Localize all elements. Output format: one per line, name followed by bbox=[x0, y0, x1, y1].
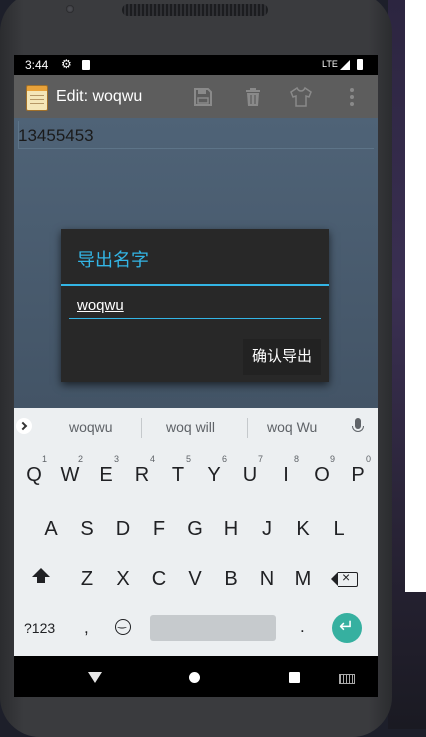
key-hint-8: 8 bbox=[294, 454, 300, 464]
delete-icon[interactable] bbox=[241, 85, 265, 109]
save-icon[interactable] bbox=[191, 85, 215, 109]
key-z[interactable]: Z bbox=[69, 568, 105, 591]
key-u[interactable]: U bbox=[232, 464, 268, 487]
status-bar: 3:44 ⚙ LTE bbox=[14, 55, 378, 75]
recents-icon[interactable] bbox=[289, 672, 300, 683]
key-y[interactable]: Y bbox=[196, 464, 232, 487]
speaker-grille bbox=[122, 4, 268, 16]
key-c[interactable]: C bbox=[141, 568, 177, 591]
comma-key[interactable]: , bbox=[84, 618, 89, 638]
suggestion-divider bbox=[247, 418, 248, 438]
key-m[interactable]: M bbox=[285, 568, 321, 591]
key-t[interactable]: T bbox=[160, 464, 196, 487]
key-b[interactable]: B bbox=[213, 568, 249, 591]
key-l[interactable]: L bbox=[321, 518, 357, 541]
back-icon[interactable] bbox=[88, 672, 102, 683]
key-hint-5: 5 bbox=[186, 454, 192, 464]
sd-card-icon bbox=[82, 60, 90, 70]
dialog-divider bbox=[61, 284, 329, 286]
key-hint-2: 2 bbox=[78, 454, 84, 464]
key-r[interactable]: R bbox=[124, 464, 160, 487]
key-s[interactable]: S bbox=[69, 518, 105, 541]
key-f[interactable]: F bbox=[141, 518, 177, 541]
page-title: Edit: woqwu bbox=[56, 88, 143, 105]
backspace-icon[interactable] bbox=[331, 569, 358, 587]
suggestion-3[interactable]: woq Wu bbox=[267, 419, 317, 435]
camera-icon bbox=[66, 5, 74, 13]
editor-text[interactable]: 13455453 bbox=[18, 126, 94, 146]
suggestion-divider bbox=[141, 418, 142, 438]
editor-area: 13455453 导出名字 woqwu 确认导出 bbox=[14, 118, 378, 408]
export-name-input[interactable]: woqwu bbox=[69, 296, 321, 319]
key-x[interactable]: X bbox=[105, 568, 141, 591]
key-n[interactable]: N bbox=[249, 568, 285, 591]
signal-icon bbox=[340, 60, 350, 70]
app-bar: Edit: woqwu bbox=[14, 75, 378, 118]
background-window bbox=[405, 0, 426, 592]
shirt-icon[interactable] bbox=[289, 85, 313, 109]
home-icon[interactable] bbox=[189, 672, 200, 683]
export-dialog: 导出名字 woqwu 确认导出 bbox=[61, 229, 329, 382]
key-j[interactable]: J bbox=[249, 518, 285, 541]
key-v[interactable]: V bbox=[177, 568, 213, 591]
key-h[interactable]: H bbox=[213, 518, 249, 541]
dialog-title: 导出名字 bbox=[77, 250, 149, 270]
suggestion-1[interactable]: woqwu bbox=[69, 419, 113, 435]
battery-icon bbox=[357, 59, 363, 70]
key-q[interactable]: Q bbox=[16, 464, 52, 487]
key-hint-6: 6 bbox=[222, 454, 228, 464]
symbols-key[interactable]: ?123 bbox=[24, 620, 55, 636]
suggestion-2[interactable]: woq will bbox=[166, 419, 215, 435]
gear-icon: ⚙ bbox=[61, 57, 72, 71]
key-k[interactable]: K bbox=[285, 518, 321, 541]
screen: 3:44 ⚙ LTE Edit: woqwu 13455453 导出名字 woq… bbox=[14, 55, 378, 697]
chevron-right-icon[interactable] bbox=[16, 418, 32, 434]
phone-frame: 3:44 ⚙ LTE Edit: woqwu 13455453 导出名字 woq… bbox=[0, 0, 392, 737]
editor-underline bbox=[18, 148, 374, 149]
keyboard-switch-icon[interactable] bbox=[339, 674, 355, 684]
overflow-menu-icon[interactable] bbox=[340, 85, 364, 109]
key-hint-1: 1 bbox=[42, 454, 48, 464]
key-hint-0: 0 bbox=[366, 454, 372, 464]
shift-icon[interactable] bbox=[32, 568, 50, 583]
period-key[interactable]: . bbox=[300, 617, 305, 637]
key-hint-9: 9 bbox=[330, 454, 336, 464]
key-hint-3: 3 bbox=[114, 454, 120, 464]
key-hint-7: 7 bbox=[258, 454, 264, 464]
emoji-icon[interactable] bbox=[115, 618, 131, 635]
soft-keyboard: woqwu woq will woq Wu Q1W2E3R4T5Y6U7I8O9… bbox=[14, 408, 378, 656]
key-a[interactable]: A bbox=[33, 518, 69, 541]
export-name-value: woqwu bbox=[77, 297, 124, 314]
space-key[interactable] bbox=[150, 615, 276, 641]
key-e[interactable]: E bbox=[88, 464, 124, 487]
key-hint-4: 4 bbox=[150, 454, 156, 464]
navigation-bar bbox=[14, 656, 378, 697]
network-type: LTE bbox=[322, 59, 338, 69]
key-i[interactable]: I bbox=[268, 464, 304, 487]
microphone-icon[interactable] bbox=[352, 418, 364, 432]
key-d[interactable]: D bbox=[105, 518, 141, 541]
key-w[interactable]: W bbox=[52, 464, 88, 487]
notepad-app-icon[interactable] bbox=[26, 85, 48, 111]
key-o[interactable]: O bbox=[304, 464, 340, 487]
key-p[interactable]: P bbox=[340, 464, 376, 487]
confirm-export-button[interactable]: 确认导出 bbox=[243, 339, 321, 375]
key-g[interactable]: G bbox=[177, 518, 213, 541]
status-time: 3:44 bbox=[25, 58, 49, 72]
enter-icon[interactable] bbox=[332, 613, 362, 643]
